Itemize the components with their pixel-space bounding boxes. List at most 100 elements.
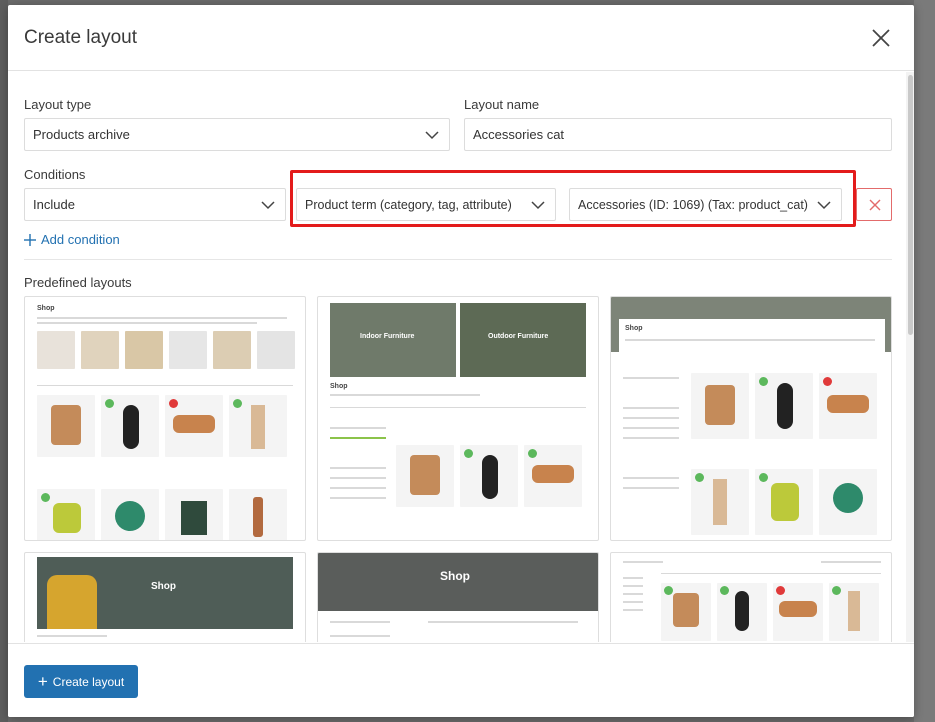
filter-line	[623, 377, 679, 379]
card-heading: Shop	[37, 305, 55, 312]
product-thumb	[37, 395, 95, 457]
card-text-line	[623, 561, 663, 563]
card-text-line	[330, 407, 586, 408]
toolbar-line	[37, 385, 293, 386]
create-layout-button[interactable]: + Create layout	[24, 665, 138, 698]
product-thumb	[165, 395, 223, 457]
toolbar-line	[661, 573, 881, 574]
highlight-annotation	[290, 170, 856, 227]
filter-line	[623, 437, 679, 439]
category-thumb	[125, 331, 163, 369]
filter-line	[330, 467, 386, 469]
banner-outdoor-label: Outdoor Furniture	[488, 333, 549, 340]
page-backdrop-right	[914, 0, 935, 722]
banner-outdoor: Outdoor Furniture	[460, 303, 586, 377]
product-thumb	[819, 469, 877, 535]
category-thumb	[169, 331, 207, 369]
remove-condition-button[interactable]	[856, 188, 892, 221]
plus-icon	[24, 233, 36, 246]
plus-icon: +	[37, 672, 48, 691]
card-heading: Shop	[440, 569, 470, 583]
filter-line	[623, 577, 643, 579]
product-thumb	[396, 445, 454, 507]
filter-line	[623, 487, 679, 489]
product-thumb	[101, 489, 159, 540]
layout-card-3[interactable]: Shop	[610, 296, 892, 541]
card-heading: Shop	[625, 325, 643, 332]
layout-type-select[interactable]: Products archive	[24, 118, 450, 151]
product-thumb	[524, 445, 582, 507]
filter-line	[623, 593, 643, 595]
product-thumb	[691, 469, 749, 535]
card-text-line	[37, 635, 107, 637]
close-button[interactable]	[870, 27, 892, 49]
product-thumb	[37, 489, 95, 540]
card-text-line	[330, 394, 480, 396]
filter-line	[330, 497, 386, 499]
product-thumb	[829, 583, 879, 641]
create-layout-label: Create layout	[52, 674, 125, 689]
filter-line	[623, 407, 679, 409]
chevron-down-icon	[425, 131, 439, 140]
product-thumb	[773, 583, 823, 641]
layout-card-2[interactable]: Indoor Furniture Outdoor Furniture Shop	[317, 296, 599, 541]
card-heading: Shop	[330, 383, 348, 390]
filter-line	[330, 477, 386, 479]
conditions-label: Conditions	[24, 167, 86, 182]
divider	[24, 259, 892, 260]
layout-card-5[interactable]: Shop	[317, 552, 599, 642]
modal-footer: + Create layout	[8, 643, 914, 717]
product-thumb	[661, 583, 711, 641]
create-layout-modal: Create layout Layout type Products archi…	[8, 5, 914, 717]
remove-icon	[869, 199, 881, 211]
modal-body: Layout type Products archive Layout name…	[8, 72, 914, 642]
modal-header: Create layout	[8, 5, 914, 71]
layout-card-6[interactable]	[610, 552, 892, 642]
filter-line	[623, 417, 679, 419]
layout-name-field[interactable]: Accessories cat	[464, 118, 892, 151]
category-thumb	[257, 331, 295, 369]
filter-line	[330, 635, 390, 637]
filter-line	[623, 585, 643, 587]
product-thumb	[165, 489, 223, 540]
product-thumb	[755, 373, 813, 439]
modal-title: Create layout	[24, 27, 138, 48]
filter-line	[623, 427, 679, 429]
card-text-line	[821, 561, 881, 563]
card-text-line	[37, 322, 257, 324]
filter-line	[330, 487, 386, 489]
condition-mode-value: Include	[33, 197, 75, 212]
product-thumb	[691, 373, 749, 439]
layout-type-label: Layout type	[24, 97, 92, 112]
category-thumb	[81, 331, 119, 369]
product-thumb	[460, 445, 518, 507]
add-condition-link[interactable]: Add condition	[24, 232, 120, 247]
filter-line	[330, 427, 386, 429]
price-slider	[330, 437, 386, 439]
category-thumb	[213, 331, 251, 369]
hero-image: Shop	[318, 553, 598, 611]
layout-name-value: Accessories cat	[473, 127, 565, 142]
product-thumb	[819, 373, 877, 439]
banner-indoor-label: Indoor Furniture	[360, 333, 415, 340]
card-text-line	[625, 339, 875, 341]
card-text-line	[428, 621, 578, 623]
close-icon	[872, 29, 890, 47]
condition-mode-select[interactable]: Include	[24, 188, 286, 221]
scrollbar-thumb[interactable]	[908, 75, 913, 335]
product-thumb	[229, 489, 287, 540]
layout-type-value: Products archive	[33, 127, 130, 142]
product-thumb	[101, 395, 159, 457]
layout-name-label: Layout name	[464, 97, 540, 112]
filter-line	[623, 601, 643, 603]
chevron-down-icon	[261, 201, 275, 210]
card-heading: Shop	[151, 581, 176, 592]
banner-indoor: Indoor Furniture	[330, 303, 456, 377]
card-text-line	[37, 317, 287, 319]
hero-image: Shop	[37, 557, 293, 629]
filter-line	[330, 621, 390, 623]
layout-card-4[interactable]: Shop	[24, 552, 306, 642]
product-thumb	[755, 469, 813, 535]
layout-card-1[interactable]: Shop	[24, 296, 306, 541]
filter-line	[623, 477, 679, 479]
